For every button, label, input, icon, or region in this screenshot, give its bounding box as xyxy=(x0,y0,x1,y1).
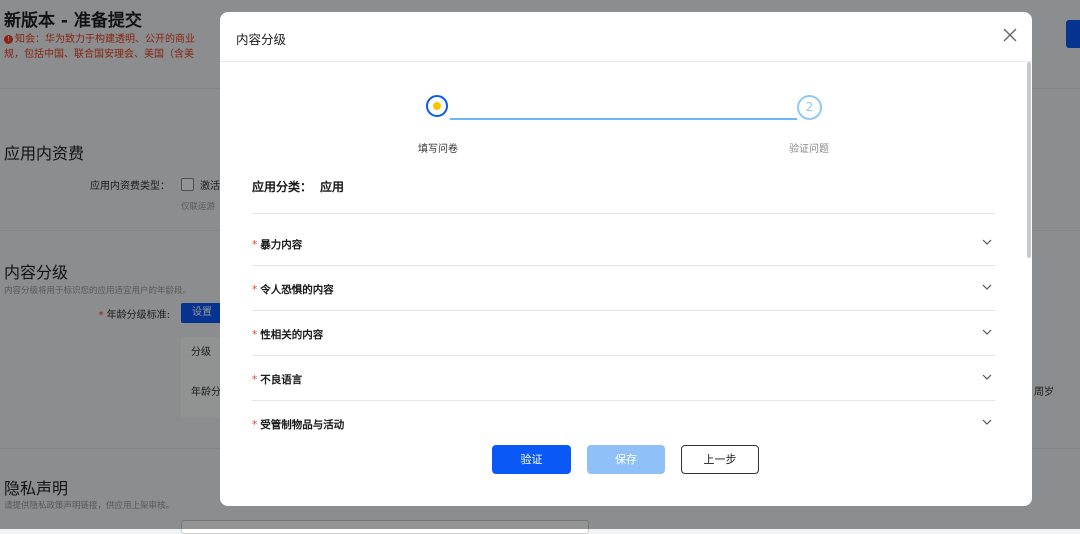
verify-button[interactable]: 验证 xyxy=(492,445,571,474)
question-item-frightening[interactable]: * 令人恐惧的内容 xyxy=(252,266,995,311)
question-label: * 性相关的内容 xyxy=(252,329,324,341)
category-label: 应用分类： xyxy=(252,180,313,194)
question-label: * 令人恐惧的内容 xyxy=(252,284,334,296)
chevron-down-icon xyxy=(982,284,992,290)
close-icon[interactable] xyxy=(1001,26,1019,44)
question-label: * 暴力内容 xyxy=(252,239,303,251)
step-1-indicator xyxy=(426,95,448,117)
question-item-language[interactable]: * 不良语言 xyxy=(252,356,995,401)
step-active-dot-icon xyxy=(433,102,441,110)
save-button[interactable]: 保存 xyxy=(587,445,665,474)
question-item-sexual[interactable]: * 性相关的内容 xyxy=(252,311,995,356)
stepper-connector xyxy=(450,118,797,120)
app-category: 应用分类： 应用 xyxy=(252,178,344,195)
content-rating-dialog: 内容分级 2 填写问卷 验证问题 应用分类： 应用 * 暴力内容 * 令人恐惧的内容 … xyxy=(220,12,1032,506)
step-1-label: 填写问卷 xyxy=(418,144,458,155)
previous-step-button[interactable]: 上一步 xyxy=(681,445,759,474)
question-label: * 不良语言 xyxy=(252,374,303,386)
question-label: * 受管制物品与活动 xyxy=(252,419,345,431)
chevron-down-icon xyxy=(982,239,992,245)
dialog-header: 内容分级 xyxy=(220,12,1032,62)
question-item-violence[interactable]: * 暴力内容 xyxy=(252,221,995,266)
step-2-label: 验证问题 xyxy=(789,144,829,155)
dialog-title: 内容分级 xyxy=(236,32,287,47)
dialog-scrollbar[interactable] xyxy=(1027,62,1031,258)
chevron-down-icon xyxy=(982,419,992,425)
question-item-controlled-substances[interactable]: * 受管制物品与活动 xyxy=(252,401,995,445)
chevron-down-icon xyxy=(982,329,992,335)
step-2-indicator: 2 xyxy=(797,95,822,120)
divider xyxy=(252,213,995,214)
chevron-down-icon xyxy=(982,374,992,380)
category-value: 应用 xyxy=(320,180,345,194)
